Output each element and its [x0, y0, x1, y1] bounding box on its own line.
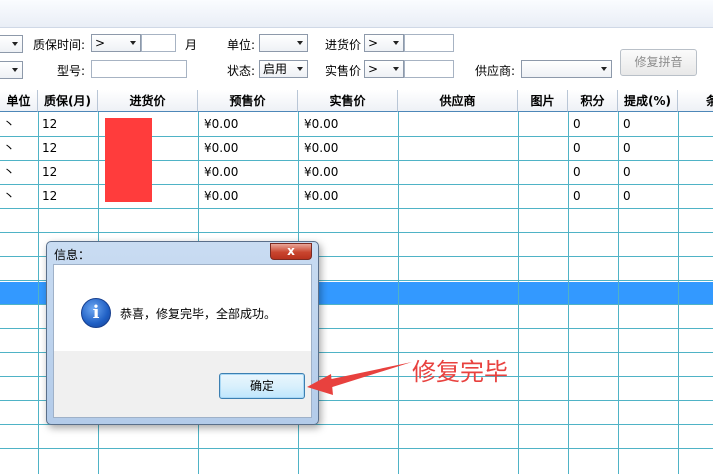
warranty-unit: 月	[185, 38, 198, 52]
col-header-image[interactable]: 图片	[518, 90, 568, 112]
cell-sale: ¥0.00	[304, 165, 339, 179]
annotation-label: 修复完毕	[412, 358, 508, 386]
chevron-down-icon	[12, 42, 18, 46]
grid-line	[38, 112, 39, 474]
cell-sale: ¥0.00	[304, 117, 339, 131]
grid-line	[0, 232, 713, 233]
status-select[interactable]: 启用	[259, 60, 308, 78]
redacted-purchase-prices	[105, 118, 152, 202]
chevron-down-icon	[297, 41, 303, 45]
chevron-down-icon	[393, 67, 399, 71]
warranty-operator-select[interactable]: >	[91, 34, 141, 52]
col-header-supplier[interactable]: 供应商	[398, 90, 518, 112]
close-button[interactable]: x	[270, 243, 312, 260]
cell-unit: 丶	[3, 141, 16, 155]
cell-warranty: 12	[42, 189, 58, 203]
fix-pinyin-button[interactable]: 修复拼音	[620, 49, 697, 76]
col-header-barcode[interactable]: 条	[678, 90, 713, 112]
supplier-select[interactable]	[521, 60, 612, 78]
cell-presale: ¥0.00	[204, 117, 239, 131]
close-icon: x	[287, 244, 295, 258]
chevron-down-icon	[601, 67, 607, 71]
cell-commission: 0	[623, 141, 631, 155]
dialog-message-area: i 恭喜，修复完毕，全部成功。	[54, 265, 311, 351]
warranty-label: 质保时间:	[33, 38, 86, 52]
info-dialog: 信息： x i 恭喜，修复完毕，全部成功。 确定	[46, 241, 319, 425]
supplier-label: 供应商:	[475, 64, 516, 78]
purchase-price-label: 进货价	[325, 38, 362, 52]
cell-unit: 丶	[3, 165, 16, 179]
grid-line	[678, 112, 679, 474]
col-header-points[interactable]: 积分	[568, 90, 618, 112]
grid-line	[398, 112, 399, 474]
partial-dropdown-2[interactable]	[0, 61, 23, 79]
chevron-down-icon	[393, 41, 399, 45]
cell-sale: ¥0.00	[304, 141, 339, 155]
partial-dropdown-1[interactable]	[0, 35, 23, 53]
cell-points: 0	[573, 189, 581, 203]
status-label: 状态:	[227, 64, 256, 78]
cell-unit: 丶	[3, 189, 16, 203]
purchase-operator-select[interactable]: >	[364, 34, 404, 52]
col-header-warranty[interactable]: 质保(月)	[38, 90, 98, 112]
grid-line	[618, 112, 619, 474]
col-header-presale-price[interactable]: 预售价	[198, 90, 298, 112]
title-bar	[0, 0, 713, 28]
sale-price-input[interactable]	[404, 60, 454, 78]
col-header-purchase-price[interactable]: 进货价	[98, 90, 198, 112]
col-header-commission[interactable]: 提成(%)	[618, 90, 678, 112]
cell-warranty: 12	[42, 117, 58, 131]
cell-presale: ¥0.00	[204, 141, 239, 155]
grid-line	[518, 112, 519, 474]
cell-warranty: 12	[42, 165, 58, 179]
grid-line	[0, 208, 713, 209]
cell-commission: 0	[623, 189, 631, 203]
chevron-down-icon	[12, 68, 18, 72]
sale-operator-select[interactable]: >	[364, 60, 404, 78]
grid-line	[568, 112, 569, 474]
chevron-down-icon	[297, 67, 303, 71]
col-header-unit[interactable]: 单位	[0, 90, 38, 112]
dialog-title: 信息：	[54, 248, 91, 262]
cell-sale: ¥0.00	[304, 189, 339, 203]
sale-price-label: 实售价	[325, 64, 362, 78]
model-label: 型号:	[57, 64, 86, 78]
cell-points: 0	[573, 141, 581, 155]
filter-panel: 质保时间: > 月 单位: 进货价 > 型号: 状态: 启用 实售价 > 供应商…	[0, 28, 713, 90]
cell-commission: 0	[623, 165, 631, 179]
model-input[interactable]	[91, 60, 187, 78]
cell-unit: 丶	[3, 117, 16, 131]
cell-presale: ¥0.00	[204, 165, 239, 179]
cell-warranty: 12	[42, 141, 58, 155]
dialog-body: i 恭喜，修复完毕，全部成功。 确定	[53, 264, 312, 418]
purchase-price-input[interactable]	[404, 34, 454, 52]
grid-line	[0, 448, 713, 449]
ok-button[interactable]: 确定	[219, 373, 305, 399]
unit-select[interactable]	[259, 34, 308, 52]
warranty-input[interactable]	[141, 34, 176, 52]
cell-points: 0	[573, 165, 581, 179]
unit-label: 单位:	[227, 38, 256, 52]
cell-points: 0	[573, 117, 581, 131]
chevron-down-icon	[130, 41, 136, 45]
info-icon: i	[81, 298, 111, 328]
col-header-sale-price[interactable]: 实售价	[298, 90, 398, 112]
dialog-message: 恭喜，修复完毕，全部成功。	[120, 307, 277, 321]
cell-commission: 0	[623, 117, 631, 131]
cell-presale: ¥0.00	[204, 189, 239, 203]
